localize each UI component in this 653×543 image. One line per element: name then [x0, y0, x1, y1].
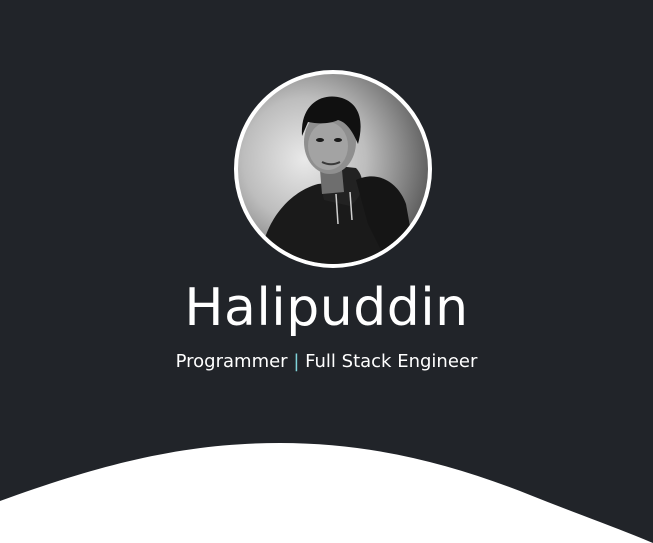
profile-name: Halipuddin [184, 278, 469, 338]
hero-section: Halipuddin Programmer | Full Stack Engin… [0, 0, 653, 543]
role-separator: | [293, 351, 300, 372]
avatar [234, 70, 432, 268]
profile-photo [260, 96, 420, 264]
role-primary: Programmer [175, 351, 288, 372]
profile-roles: Programmer | Full Stack Engineer [0, 350, 653, 374]
wave-divider [0, 443, 653, 543]
role-secondary: Full Stack Engineer [305, 351, 478, 372]
